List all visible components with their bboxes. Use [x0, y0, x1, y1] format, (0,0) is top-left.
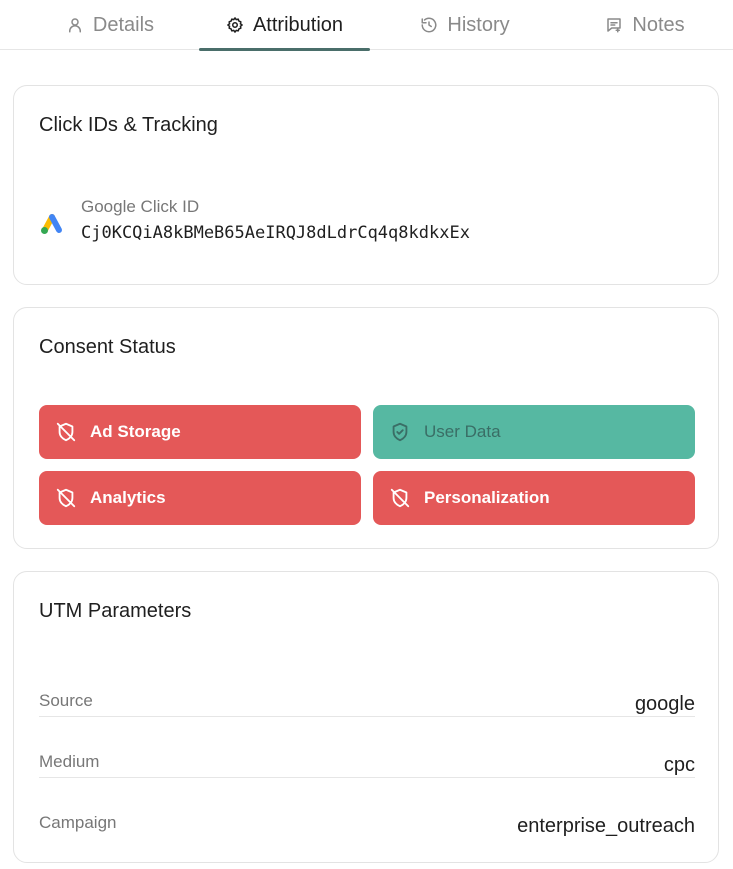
user-icon: [68, 18, 81, 33]
tab-label: History: [447, 13, 510, 36]
utm-value: google: [634, 693, 695, 715]
consent-status-card: Consent Status Ad Storage User Data Anal…: [13, 307, 719, 549]
utm-value: cpc: [663, 754, 695, 776]
utm-key: Campaign: [39, 813, 117, 832]
consent-label: User Data: [424, 422, 501, 441]
consent-ad-storage[interactable]: Ad Storage: [39, 405, 361, 459]
tab-bar: Details Attribution History Notes: [0, 0, 733, 51]
tab-label: Attribution: [252, 13, 344, 36]
consent-analytics[interactable]: Analytics: [39, 471, 361, 525]
utm-parameters-card: UTM Parameters Source google Medium cpc …: [13, 571, 719, 863]
consent-personalization[interactable]: Personalization: [373, 471, 695, 525]
gclid-value: Cj0KCQiA8kBMeB65AeIRQJ8dLdrCq4q8kdkxEx: [81, 223, 470, 243]
gclid-label: Google Click ID: [81, 197, 200, 216]
shield-off-icon: [390, 488, 410, 508]
utm-value: enterprise_outreach: [517, 815, 695, 837]
notes-icon: [607, 18, 622, 33]
utm-row-medium: Medium cpc: [39, 717, 695, 778]
card-title: Click IDs & Tracking: [39, 114, 218, 136]
consent-label: Personalization: [424, 488, 550, 507]
click-ids-card: Click IDs & Tracking Google Click ID Cj0…: [13, 85, 719, 285]
consent-user-data[interactable]: User Data: [373, 405, 695, 459]
shield-off-icon: [56, 422, 76, 442]
google-ads-logo: [41, 214, 62, 234]
tab-details[interactable]: Details: [40, 0, 180, 50]
consent-label: Analytics: [90, 488, 166, 507]
utm-row-source: Source google: [39, 656, 695, 717]
utm-key: Medium: [39, 752, 100, 771]
consent-label: Ad Storage: [90, 422, 181, 441]
utm-key: Source: [39, 691, 93, 710]
tab-label: Details: [92, 13, 155, 36]
utm-row-campaign: Campaign enterprise_outreach: [39, 778, 695, 839]
tab-label: Notes: [632, 13, 685, 36]
tab-history[interactable]: History: [395, 0, 535, 50]
tab-attribution[interactable]: Attribution: [199, 0, 370, 51]
shield-off-icon: [56, 488, 76, 508]
tab-notes[interactable]: Notes: [580, 0, 710, 50]
shield-check-icon: [392, 422, 408, 442]
history-icon: [421, 17, 437, 33]
card-title: Consent Status: [39, 336, 176, 358]
card-title: UTM Parameters: [39, 600, 192, 622]
gear-icon: [227, 17, 243, 33]
